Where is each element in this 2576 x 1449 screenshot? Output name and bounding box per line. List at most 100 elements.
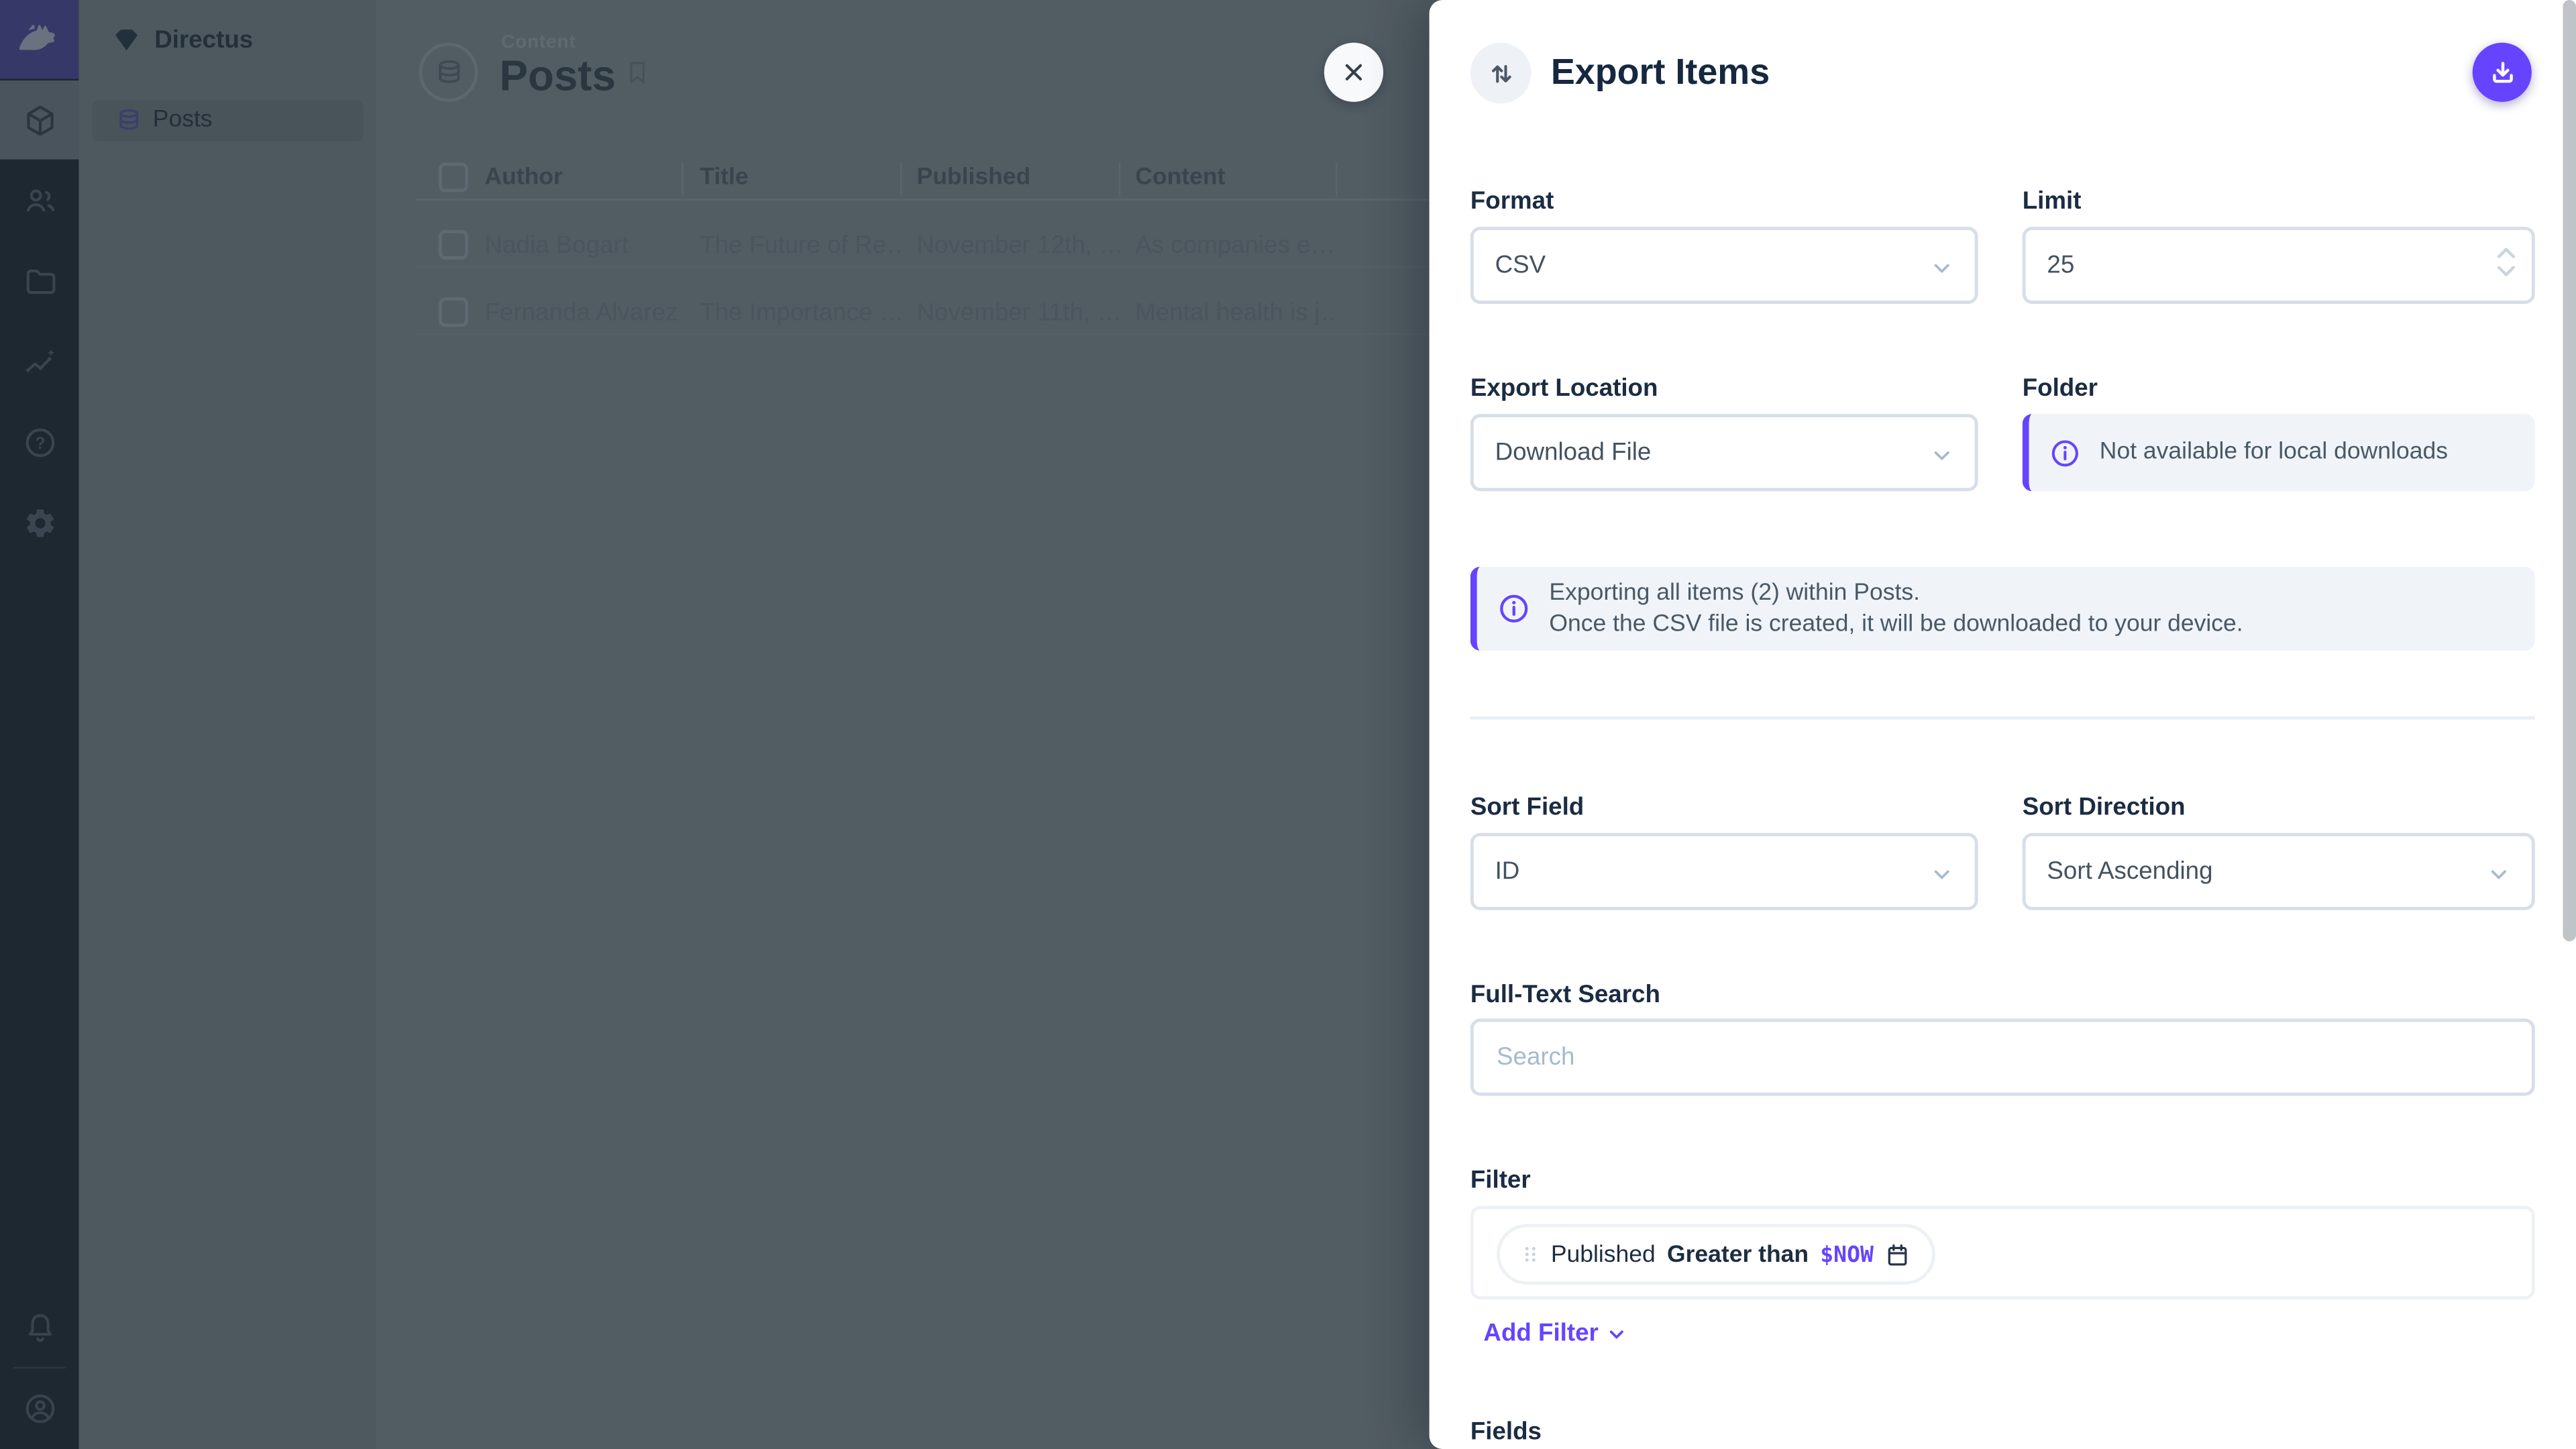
gear-icon xyxy=(22,505,56,539)
notice-line-1: Exporting all items (2) within Posts. xyxy=(1549,579,1920,605)
folder-disabled-notice: Not available for local downloads xyxy=(2023,414,2535,491)
directus-logo-button[interactable] xyxy=(0,0,79,79)
breadcrumb[interactable]: Content xyxy=(501,33,576,52)
column-divider[interactable] xyxy=(900,162,902,195)
section-divider xyxy=(1470,716,2535,720)
cell-title[interactable]: The Importance … xyxy=(700,299,904,327)
account-icon xyxy=(22,1391,56,1425)
cell-author[interactable]: Fernanda Alvarez xyxy=(484,299,688,327)
export-items-drawer: Export Items Format CSV Limit xyxy=(1430,0,2576,1449)
cell-content[interactable]: As companies e… xyxy=(1135,231,1339,260)
project-name: Directus xyxy=(154,26,253,54)
box-icon xyxy=(22,103,56,137)
module-insights[interactable] xyxy=(0,322,79,401)
column-header-published[interactable]: Published xyxy=(917,164,1031,191)
filter-field[interactable]: Published xyxy=(1551,1241,1656,1267)
insights-icon xyxy=(22,344,56,378)
download-icon xyxy=(2487,56,2518,88)
filter-label: Filter xyxy=(1470,1167,1531,1195)
filter-rule-chip[interactable]: Published Greater than $NOW xyxy=(1497,1224,1936,1285)
module-bar: ? xyxy=(0,0,79,1449)
sort-direction-select[interactable]: Sort Ascending xyxy=(2023,833,2535,910)
row-checkbox[interactable] xyxy=(439,297,468,327)
sidebar-item-posts[interactable]: Posts xyxy=(92,100,363,141)
database-icon xyxy=(115,107,143,135)
database-icon xyxy=(433,56,464,88)
chevron-down-icon xyxy=(1927,859,1957,889)
export-location-label: Export Location xyxy=(1470,374,1658,402)
info-icon xyxy=(2049,436,2082,469)
filter-builder: Published Greater than $NOW xyxy=(1470,1206,2535,1300)
column-header-title[interactable]: Title xyxy=(700,164,748,191)
column-divider[interactable] xyxy=(1119,162,1120,195)
cell-title[interactable]: The Future of Re… xyxy=(700,231,904,260)
export-location-value: Download File xyxy=(1495,439,1652,467)
full-text-search-label: Full-Text Search xyxy=(1470,981,1660,1009)
select-all-checkbox[interactable] xyxy=(439,162,468,192)
chevron-down-icon xyxy=(1603,1320,1629,1346)
sort-field-label: Sort Field xyxy=(1470,794,1584,822)
bookmark-icon[interactable] xyxy=(623,58,652,87)
filter-value[interactable]: $NOW xyxy=(1820,1241,1874,1267)
users-icon xyxy=(22,183,56,217)
cell-published[interactable]: November 11th, … xyxy=(917,299,1121,327)
svg-text:?: ? xyxy=(34,434,44,452)
module-user-directory[interactable] xyxy=(0,161,79,240)
module-file-library[interactable] xyxy=(0,241,79,321)
column-header-content[interactable]: Content xyxy=(1135,164,1225,191)
format-label: Format xyxy=(1470,187,1554,215)
folder-notice-text: Not available for local downloads xyxy=(2100,437,2448,468)
filter-operator[interactable]: Greater than xyxy=(1667,1241,1809,1267)
rabbit-logo-icon xyxy=(16,16,62,62)
limit-input[interactable] xyxy=(2023,227,2535,304)
row-checkbox[interactable] xyxy=(439,230,468,260)
sort-field-value: ID xyxy=(1495,857,1520,885)
search-input[interactable] xyxy=(1470,1018,2535,1095)
gem-icon xyxy=(112,25,142,54)
module-content[interactable] xyxy=(0,80,79,160)
notifications-button[interactable] xyxy=(0,1288,79,1367)
account-button[interactable] xyxy=(0,1368,79,1448)
export-info-notice: Exporting all items (2) within Posts. On… xyxy=(1470,567,2535,651)
format-value: CSV xyxy=(1495,252,1546,280)
page-title: Posts xyxy=(499,51,615,102)
navigation-panel: Directus Posts xyxy=(79,0,378,1449)
column-divider[interactable] xyxy=(682,162,683,195)
fields-section-label: Fields xyxy=(1470,1417,1542,1446)
sidebar-item-label: Posts xyxy=(153,107,213,133)
drag-handle-icon[interactable] xyxy=(1521,1242,1540,1267)
cell-author[interactable]: Nadia Bogart xyxy=(484,231,688,260)
module-settings[interactable] xyxy=(0,483,79,562)
drawer-title: Export Items xyxy=(1551,51,1770,94)
folder-label: Folder xyxy=(2023,374,2098,402)
collection-icon-button[interactable] xyxy=(419,43,478,102)
project-header[interactable]: Directus xyxy=(79,0,376,79)
limit-label: Limit xyxy=(2023,187,2082,215)
add-filter-button[interactable]: Add Filter xyxy=(1483,1320,1629,1348)
sort-direction-label: Sort Direction xyxy=(2023,794,2186,822)
bell-icon xyxy=(22,1310,56,1344)
start-export-button[interactable] xyxy=(2473,43,2532,102)
add-filter-label: Add Filter xyxy=(1483,1320,1598,1348)
notice-line-2: Once the CSV file is created, it will be… xyxy=(1549,610,2243,637)
info-icon xyxy=(1497,592,1531,626)
number-stepper[interactable] xyxy=(2496,246,2517,278)
column-divider[interactable] xyxy=(1336,162,1337,195)
close-icon xyxy=(1339,58,1368,87)
chevron-down-icon xyxy=(1927,440,1957,470)
search-field xyxy=(1470,1018,2535,1095)
cell-published[interactable]: November 12th, … xyxy=(917,231,1121,260)
module-docs[interactable]: ? xyxy=(0,402,79,482)
column-header-author[interactable]: Author xyxy=(484,164,562,191)
drawer-scrollbar[interactable] xyxy=(2563,0,2576,941)
cell-content[interactable]: Mental health is j… xyxy=(1135,299,1339,327)
chevron-down-icon xyxy=(1927,253,1957,282)
help-icon: ? xyxy=(22,425,56,459)
close-drawer-button[interactable] xyxy=(1324,43,1383,102)
chevron-down-icon xyxy=(2484,859,2514,889)
folder-icon xyxy=(22,264,56,298)
calendar-icon[interactable] xyxy=(1885,1241,1911,1267)
sort-field-select[interactable]: ID xyxy=(1470,833,1978,910)
format-select[interactable]: CSV xyxy=(1470,227,1978,304)
export-location-select[interactable]: Download File xyxy=(1470,414,1978,491)
